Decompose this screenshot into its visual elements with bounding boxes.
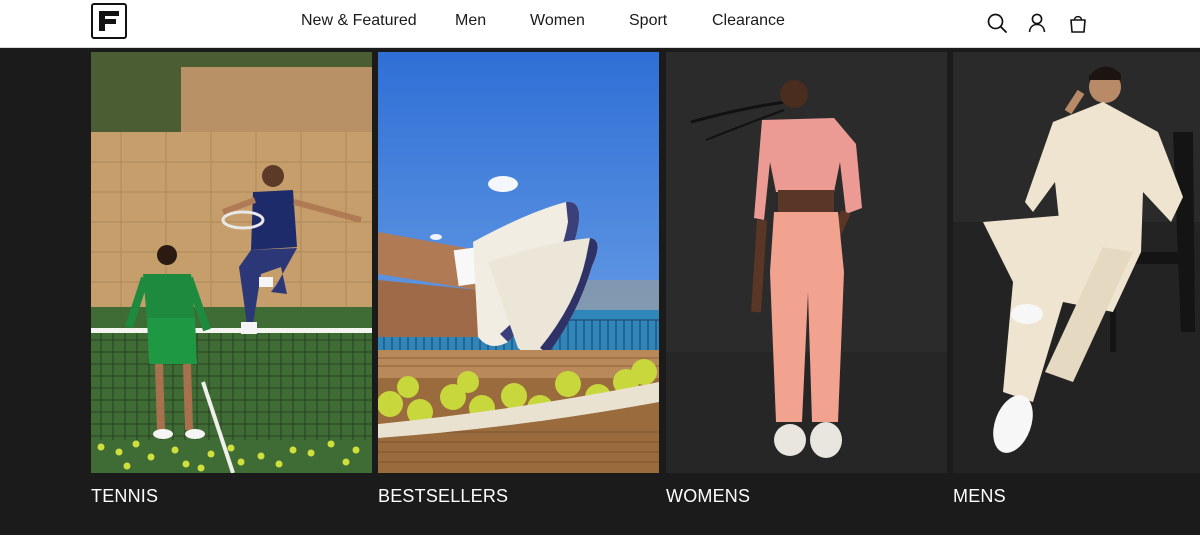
account-icon[interactable] <box>1026 12 1048 34</box>
tile-tennis[interactable] <box>91 52 372 473</box>
sneakers-on-tennis-ball-basket-image <box>378 52 659 473</box>
tile-womens[interactable] <box>666 52 947 473</box>
woman-in-pink-sweats-image <box>666 52 947 473</box>
main-nav: New & Featured Men Women Sport Clearance <box>0 0 1200 44</box>
search-icon[interactable] <box>986 12 1008 34</box>
tile-label-tennis[interactable]: TENNIS <box>91 486 158 507</box>
nav-item-clearance[interactable]: Clearance <box>712 12 785 30</box>
tile-label-mens[interactable]: MENS <box>953 486 1006 507</box>
nav-item-sport[interactable]: Sport <box>629 12 667 30</box>
tile-mens[interactable] <box>953 52 1200 473</box>
tile-bestsellers[interactable] <box>378 52 659 473</box>
man-in-cream-sweatsuit-image <box>953 52 1200 473</box>
site-header: New & Featured Men Women Sport Clearance <box>0 0 1200 48</box>
tennis-players-at-net-image <box>91 52 372 473</box>
nav-item-men[interactable]: Men <box>455 12 486 30</box>
nav-item-women[interactable]: Women <box>530 12 585 30</box>
bag-icon[interactable] <box>1067 12 1089 34</box>
nav-item-new-featured[interactable]: New & Featured <box>301 12 417 30</box>
category-grid: TENNIS BESTSELLERS WOMENS MENS <box>0 49 1200 535</box>
tile-label-womens[interactable]: WOMENS <box>666 486 750 507</box>
tile-label-bestsellers[interactable]: BESTSELLERS <box>378 486 508 507</box>
